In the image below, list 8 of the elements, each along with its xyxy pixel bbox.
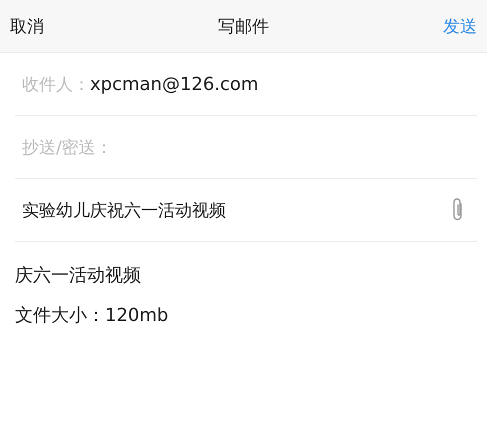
cancel-button[interactable]: 取消 <box>10 14 44 38</box>
recipient-field[interactable]: xpcman@126.com <box>90 74 258 94</box>
message-text: 文件大小：120mb <box>15 304 170 328</box>
subject-field[interactable]: 实验幼儿庆祝六一活动视频 <box>22 198 451 222</box>
field-label: 抄送/密送： <box>22 136 113 158</box>
message-text: 庆六一活动视频 <box>15 264 142 288</box>
field-label: 收件人： <box>22 74 90 96</box>
page-title: 写邮件 <box>218 16 269 38</box>
